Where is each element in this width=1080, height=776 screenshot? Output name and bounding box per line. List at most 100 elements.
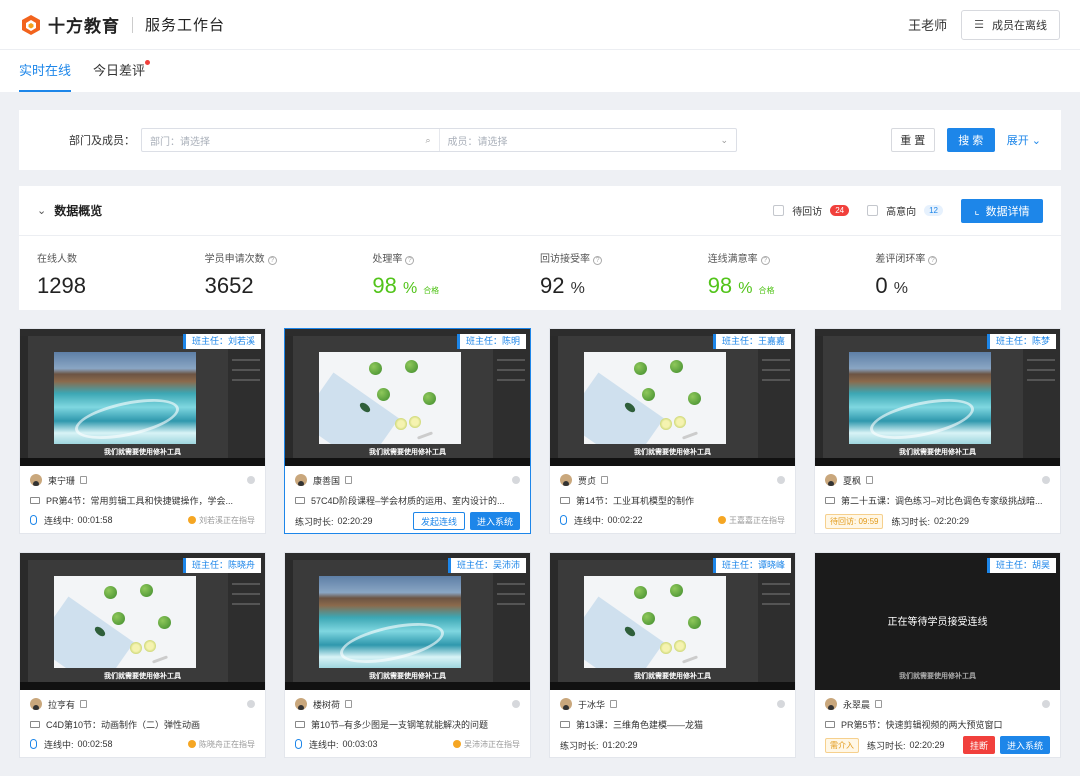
enter-system-button[interactable]: 进入系统 [469,512,520,530]
member-placeholder: 成员：请选择 [447,136,508,148]
pass-label: 合格 [423,286,440,295]
student-row: 柬宁珊 [20,470,265,490]
course-icon [560,496,570,504]
reset-button[interactable]: 重 置 [890,128,935,152]
high-intent-count: 12 [924,205,943,216]
copy-icon[interactable] [610,700,618,708]
session-card[interactable]: 我们就需要使用修补工具 班主任：陈晓舟 拉亨有 C4D第10节：动画制作（二）弹… [19,552,266,758]
student-name[interactable]: 康善国 [313,474,340,487]
student-screen[interactable]: 我们就需要使用修补工具 班主任：陈梦 [815,329,1060,466]
student-name[interactable]: 永翠晨 [843,698,870,711]
status-pill[interactable]: 待回访: 09:59 [825,513,884,529]
help-icon[interactable]: ? [405,256,415,265]
head-teacher-tag: 班主任：陈明 [456,334,526,349]
copy-icon[interactable] [80,476,88,484]
status-dot-icon [1042,476,1050,484]
stat-item: 处理率? 98 % 合格 [372,250,540,299]
student-avatar [30,474,42,486]
tab-today-bad-reviews[interactable]: 今日差评 [93,50,151,92]
members-offline-button[interactable]: ☰ 成员在离线 [961,9,1060,40]
student-row: 于冰华 [550,694,795,714]
teacher-avatar-icon [188,740,196,748]
screen-caption: 我们就需要使用修补工具 [104,673,181,680]
student-name[interactable]: 柬宁珊 [48,474,75,487]
stat-value: 3652 [204,273,254,298]
student-name[interactable]: 于冰华 [578,698,605,711]
course-row: 第14节：工业耳机模型的制作 [550,490,795,510]
high-intent-checkbox[interactable] [867,205,879,216]
guiding-text: 王嘉嘉正在指导 [729,515,785,525]
pending-followup-checkbox[interactable] [773,205,785,216]
copy-icon[interactable] [875,700,883,708]
practice-row: 练习时长: 02:20:29 发起连线 进入系统 [285,510,530,532]
current-user[interactable]: 王老师 [908,15,947,34]
help-icon[interactable]: ? [760,256,770,265]
student-screen[interactable]: 我们就需要使用修补工具 班主任：陈明 [285,329,530,466]
student-screen[interactable]: 我们就需要使用修补工具 班主任：王嘉嘉 [550,329,795,466]
student-name[interactable]: 拉亨有 [48,698,75,711]
copy-icon[interactable] [866,476,874,484]
session-card[interactable]: 我们就需要使用修补工具 班主任：陈明 康善国 57C4D阶段课程–学会材质的运用… [284,328,531,534]
brand-logo[interactable]: 十方教育 [20,12,120,37]
stat-value: 98 [372,273,397,298]
hang-up-button[interactable]: 挂断 [962,736,995,754]
stat-unit: % [402,280,418,297]
guiding-text: 刘若溪正在指导 [199,515,255,525]
connection-status: 连线中: [44,515,74,526]
guiding-indicator: 陈晓舟正在指导 [188,739,255,750]
department-select[interactable]: 部门：请选择 ⌕ [142,129,439,151]
help-icon[interactable]: ? [593,256,603,265]
connection-status-row: 连线中: 00:03:03 吴沛沛正在指导 [285,734,530,754]
student-screen[interactable]: 我们就需要使用修补工具 班主任：吴沛沛 [285,553,530,690]
status-pill[interactable]: 需介入 [825,737,859,753]
app-title: 服务工作台 [145,17,226,34]
help-icon[interactable]: ? [267,256,277,265]
screen-canvas [54,352,196,444]
collapse-chevron-icon[interactable]: ⌄ [37,204,46,217]
session-card[interactable]: 我们就需要使用修补工具 班主任：谭晓峰 于冰华 第13课：三维角色建模——龙猫 … [549,552,796,758]
microphone-icon [295,739,302,749]
session-card[interactable]: 我们就需要使用修补工具 班主任：陈梦 夏枫 第二十五课：调色练习–对比色调色专家… [814,328,1061,534]
overview-title: 数据概览 [54,204,103,218]
enter-system-button[interactable]: 进入系统 [999,736,1050,754]
data-detail-button[interactable]: ⌞ 数据详情 [961,198,1043,223]
student-name[interactable]: 贾贞 [578,474,596,487]
start-connection-button[interactable]: 发起连线 [412,512,465,530]
session-card[interactable]: 正在等待学员接受连线 我们就需要使用修补工具 班主任：胡昊 永翠晨 PR第5节：… [814,552,1061,758]
expand-label: 展开 [1006,135,1029,147]
stat-label: 回访接受率 [540,254,591,265]
session-card[interactable]: 我们就需要使用修补工具 班主任：王嘉嘉 贾贞 第14节：工业耳机模型的制作 连线… [549,328,796,534]
copy-icon[interactable] [345,700,353,708]
stat-value: 1298 [37,273,86,298]
connection-status-row: 连线中: 00:02:22 王嘉嘉正在指导 [550,510,795,530]
course-row: PR第4节：常用剪辑工具和快捷键操作，学会... [20,490,265,510]
menu-icon: ☰ [974,19,984,31]
connection-time: 00:03:03 [342,739,378,749]
member-select[interactable]: 成员：请选择 ⌄ [438,129,737,151]
chevron-down-icon: ⌄ [720,134,728,145]
student-screen[interactable]: 我们就需要使用修补工具 班主任：谭晓峰 [550,553,795,690]
student-row: 康善国 [285,470,530,490]
screen-caption: 我们就需要使用修补工具 [634,673,711,680]
search-button[interactable]: 搜 索 [946,128,995,152]
connection-status: 连线中: [44,739,74,750]
copy-icon[interactable] [80,700,88,708]
session-card[interactable]: 我们就需要使用修补工具 班主任：吴沛沛 楼树荷 第10节–有多少图是一支钢笔就能… [284,552,531,758]
department-placeholder: 部门：请选择 [150,136,210,148]
tab-realtime-online[interactable]: 实时在线 [19,50,72,92]
practice-label: 练习时长: [891,516,930,527]
student-screen[interactable]: 我们就需要使用修补工具 班主任：陈晓舟 [20,553,265,690]
header-divider [132,16,133,33]
student-name[interactable]: 楼树荷 [313,698,340,711]
student-screen[interactable]: 正在等待学员接受连线 我们就需要使用修补工具 班主任：胡昊 [815,553,1060,690]
expand-toggle[interactable]: 展开 ⌄ [1007,132,1041,148]
student-name[interactable]: 夏枫 [843,474,861,487]
session-card[interactable]: 我们就需要使用修补工具 班主任：刘若溪 柬宁珊 PR第4节：常用剪辑工具和快捷键… [19,328,266,534]
student-screen[interactable]: 我们就需要使用修补工具 班主任：刘若溪 [20,329,265,466]
course-icon [295,496,305,504]
copy-icon[interactable] [601,476,609,484]
copy-icon[interactable] [345,476,353,484]
course-icon [825,496,835,504]
help-icon[interactable]: ? [928,256,938,265]
tab-bar: 实时在线 今日差评 [0,50,1080,92]
